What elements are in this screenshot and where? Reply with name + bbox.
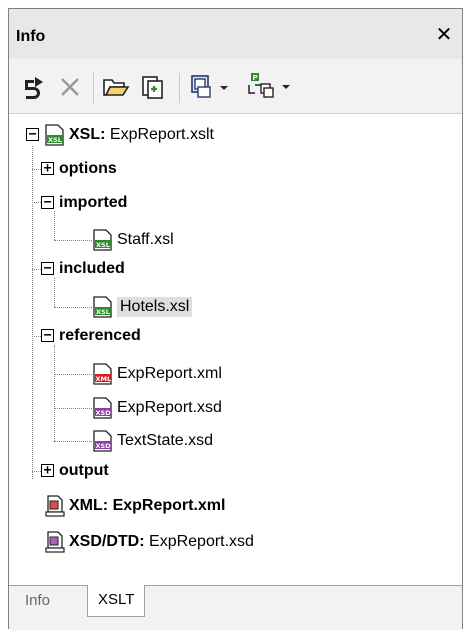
root-prefix: XSL: bbox=[69, 126, 106, 143]
close-icon[interactable]: ✕ bbox=[432, 23, 456, 47]
tab-xslt[interactable]: XSLT bbox=[87, 585, 146, 617]
xsl-icon: XSL bbox=[93, 296, 112, 318]
collapse-toggle[interactable]: − bbox=[41, 196, 54, 209]
svg-text:XML: XML bbox=[96, 375, 112, 383]
referenced-label: referenced bbox=[59, 327, 141, 344]
panel-title: Info bbox=[16, 28, 46, 45]
panel-titlebar: Info ✕ bbox=[9, 9, 462, 59]
tree-line bbox=[54, 408, 92, 409]
expand-toggle[interactable]: + bbox=[41, 162, 54, 175]
tree-line bbox=[54, 278, 55, 307]
tree-file-textstate-xsd[interactable]: XSD TextState.xsd bbox=[93, 427, 213, 455]
xml-association-icon bbox=[45, 495, 65, 517]
tree-line bbox=[54, 240, 92, 241]
tree-file-expreport-xml[interactable]: XML ExpReport.xml bbox=[93, 360, 222, 388]
toolbar-separator bbox=[179, 73, 180, 103]
tree-line bbox=[54, 211, 55, 240]
tree-xml-association[interactable]: XML: ExpReport.xml bbox=[45, 492, 225, 520]
tree-line bbox=[32, 146, 33, 479]
file-name: TextState.xsd bbox=[117, 432, 214, 449]
svg-text:XSD: XSD bbox=[96, 409, 112, 417]
delete-icon[interactable] bbox=[55, 70, 85, 104]
expand-toggle[interactable]: + bbox=[41, 464, 54, 477]
file-name: Staff.xsl bbox=[117, 231, 174, 248]
tree-line bbox=[32, 202, 41, 203]
svg-text:XSD: XSD bbox=[96, 442, 112, 450]
tree-file-hotels[interactable]: XSL Hotels.xsl bbox=[93, 293, 193, 321]
imported-label: imported bbox=[59, 194, 128, 211]
tree-line bbox=[32, 471, 41, 472]
tree-node-referenced[interactable]: referenced bbox=[59, 322, 141, 350]
tree-line bbox=[54, 307, 92, 308]
xsd-icon: XSD bbox=[93, 397, 112, 419]
toolbar-separator bbox=[93, 73, 94, 103]
reset-icon[interactable] bbox=[19, 70, 49, 104]
open-folder-icon[interactable] bbox=[99, 70, 133, 104]
xml-name: ExpReport.xml bbox=[112, 497, 226, 514]
info-panel: Info ✕ P − XSL XSL: ExpReport.xslt + opt… bbox=[8, 8, 463, 630]
tree-line bbox=[54, 374, 92, 375]
xsd-association-icon bbox=[45, 531, 65, 553]
root-name: ExpReport.xslt bbox=[109, 126, 214, 143]
add-file-icon[interactable] bbox=[136, 70, 170, 104]
file-name: ExpReport.xsd bbox=[117, 399, 222, 416]
svg-text:XSL: XSL bbox=[96, 308, 110, 316]
tree-options-icon[interactable]: P bbox=[241, 70, 297, 104]
collapse-toggle[interactable]: − bbox=[26, 128, 39, 141]
svg-text:P: P bbox=[253, 74, 258, 82]
tree-node-options[interactable]: options bbox=[59, 155, 117, 183]
tree-line bbox=[32, 336, 41, 337]
xml-prefix: XML: bbox=[69, 497, 109, 514]
tree-line bbox=[54, 441, 92, 442]
file-name-selected: Hotels.xsl bbox=[117, 297, 193, 317]
tab-bar: Info XSLT bbox=[9, 585, 462, 630]
file-name: ExpReport.xml bbox=[117, 365, 222, 382]
tree-node-output[interactable]: output bbox=[59, 457, 109, 485]
xsd-icon: XSD bbox=[93, 430, 112, 452]
tree-file-staff[interactable]: XSL Staff.xsl bbox=[93, 226, 174, 254]
xml-icon: XML bbox=[93, 363, 112, 385]
svg-text:XSL: XSL bbox=[96, 241, 110, 249]
xsl-icon: XSL bbox=[93, 229, 112, 251]
svg-text:XSL: XSL bbox=[48, 136, 62, 144]
properties-icon[interactable] bbox=[187, 70, 235, 104]
file-tree: − XSL XSL: ExpReport.xslt + options − im… bbox=[9, 113, 462, 586]
tree-line bbox=[32, 169, 41, 170]
tree-line bbox=[54, 345, 55, 441]
options-label: options bbox=[59, 160, 117, 177]
xsd-name: ExpReport.xsd bbox=[149, 533, 254, 550]
tree-file-expreport-xsd[interactable]: XSD ExpReport.xsd bbox=[93, 394, 222, 422]
tree-root[interactable]: XSL XSL: ExpReport.xslt bbox=[45, 121, 214, 149]
tree-node-imported[interactable]: imported bbox=[59, 189, 127, 217]
included-label: included bbox=[59, 260, 125, 277]
tree-xsd-association[interactable]: XSD/DTD: ExpReport.xsd bbox=[45, 528, 254, 556]
collapse-toggle[interactable]: − bbox=[41, 262, 54, 275]
tree-node-included[interactable]: included bbox=[59, 255, 125, 283]
tree-line bbox=[32, 269, 41, 270]
toolbar: P bbox=[9, 65, 462, 111]
tab-info[interactable]: Info bbox=[15, 586, 60, 616]
xsd-prefix: XSD/DTD: bbox=[69, 533, 145, 550]
xsl-icon: XSL bbox=[45, 124, 64, 146]
output-label: output bbox=[59, 462, 109, 479]
collapse-toggle[interactable]: − bbox=[41, 329, 54, 342]
